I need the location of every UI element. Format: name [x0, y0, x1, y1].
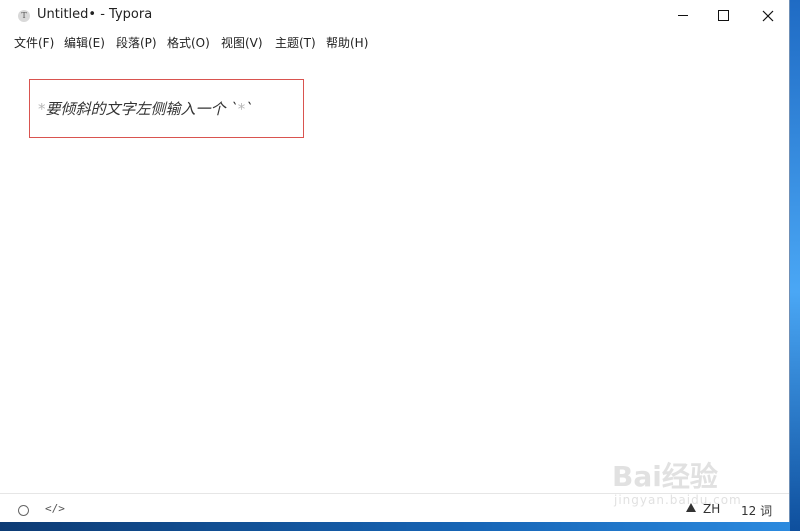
word-count[interactable]: 12 词	[741, 502, 772, 519]
menu-paragraph[interactable]: 段落(P)	[116, 34, 157, 51]
editor-text-line[interactable]: *要倾斜的文字左侧输入一个 `*`	[38, 98, 253, 119]
menu-bar: 文件(F) 编辑(E) 段落(P) 格式(O) 视图(V) 主题(T) 帮助(H…	[0, 31, 789, 53]
menu-theme[interactable]: 主题(T)	[275, 34, 316, 51]
backtick-tail: `	[245, 100, 253, 118]
menu-view[interactable]: 视图(V)	[221, 34, 263, 51]
warning-icon[interactable]	[686, 503, 696, 512]
source-code-toggle-icon[interactable]: </>	[45, 502, 65, 515]
window-title: Untitled• - Typora	[37, 7, 153, 22]
desktop-wallpaper-edge	[790, 0, 800, 531]
menu-format[interactable]: 格式(O)	[167, 34, 210, 51]
typora-window: T Untitled• - Typora 文件(F) 编辑(E) 段落(P) 格…	[0, 0, 790, 522]
status-bar: </> ZH 12 词	[0, 493, 789, 522]
title-bar[interactable]: T Untitled• - Typora	[0, 0, 789, 31]
italic-text: 要倾斜的文字左侧输入一个 `	[45, 100, 238, 118]
editor-area[interactable]: *要倾斜的文字左侧输入一个 `*`	[0, 54, 789, 492]
italic-open-marker: *	[38, 100, 46, 118]
menu-help[interactable]: 帮助(H)	[326, 34, 368, 51]
outline-toggle-icon[interactable]	[18, 505, 29, 516]
menu-edit[interactable]: 编辑(E)	[64, 34, 105, 51]
minimize-icon	[678, 15, 688, 16]
close-button[interactable]	[745, 0, 791, 31]
typora-app-icon: T	[18, 10, 30, 22]
maximize-button[interactable]	[700, 0, 746, 31]
close-icon	[762, 10, 774, 21]
language-indicator[interactable]: ZH	[703, 502, 720, 516]
menu-file[interactable]: 文件(F)	[14, 34, 54, 51]
maximize-icon	[717, 10, 729, 21]
